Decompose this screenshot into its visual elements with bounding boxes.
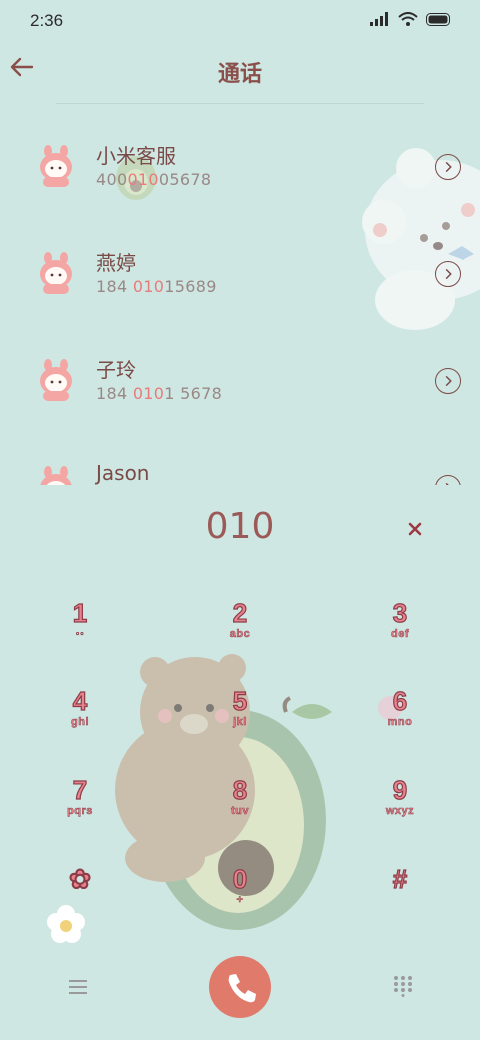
chevron-right-icon[interactable] <box>435 475 461 485</box>
key-8[interactable]: 8 tuv <box>195 774 285 845</box>
dialpad-icon[interactable] <box>392 975 414 997</box>
key-star[interactable]: ✿ <box>35 863 125 934</box>
page-title: 通话 <box>217 62 262 87</box>
bottom-bar <box>0 955 480 1019</box>
chevron-right-icon[interactable] <box>435 261 461 287</box>
contact-item[interactable]: 小米客服 40001005678 <box>0 118 480 218</box>
contact-number: 184 01015689 <box>96 277 217 296</box>
wifi-icon <box>398 12 418 26</box>
status-icons <box>370 12 452 26</box>
header: 通话 <box>0 44 480 100</box>
key-7[interactable]: 7 pqrs <box>35 774 125 845</box>
call-button[interactable] <box>209 956 271 1018</box>
key-9[interactable]: 9 wxyz <box>355 774 445 845</box>
avatar <box>40 359 72 401</box>
contact-list: 小米客服 40001005678 燕婷 184 01015689 子玲 184 … <box>0 110 480 485</box>
avatar <box>40 145 72 187</box>
key-4[interactable]: 4 ghi <box>35 685 125 756</box>
key-1[interactable]: 1 ◦◦ <box>35 597 125 668</box>
menu-icon[interactable] <box>66 977 90 997</box>
contact-item[interactable]: Jason <box>0 439 480 485</box>
avatar <box>40 252 72 294</box>
contact-item[interactable]: 燕婷 184 01015689 <box>0 225 480 325</box>
battery-icon <box>426 12 450 26</box>
contact-name: 子玲 <box>96 358 136 382</box>
divider <box>56 103 424 104</box>
key-0[interactable]: 0 + <box>195 863 285 934</box>
status-time: 2:36 <box>30 11 64 30</box>
contact-name: 燕婷 <box>96 251 136 275</box>
phone-icon <box>228 974 256 1003</box>
contact-name: 小米客服 <box>96 144 176 168</box>
signal-icon <box>370 12 388 26</box>
contact-number: 40001005678 <box>96 170 212 189</box>
chevron-right-icon[interactable] <box>435 368 461 394</box>
clear-icon[interactable] <box>404 518 426 540</box>
key-3[interactable]: 3 def <box>355 597 445 668</box>
key-6[interactable]: 6 mno <box>355 685 445 756</box>
key-2[interactable]: 2 abc <box>195 597 285 668</box>
key-hash[interactable]: # <box>355 863 445 934</box>
contact-number: 184 0101 5678 <box>96 384 223 403</box>
contact-item[interactable]: 子玲 184 0101 5678 <box>0 332 480 432</box>
status-bar: 2:36 <box>0 0 480 40</box>
chevron-right-icon[interactable] <box>435 154 461 180</box>
contact-name: Jason <box>96 461 150 485</box>
avatar <box>40 466 72 485</box>
key-5[interactable]: 5 jkl <box>195 685 285 756</box>
